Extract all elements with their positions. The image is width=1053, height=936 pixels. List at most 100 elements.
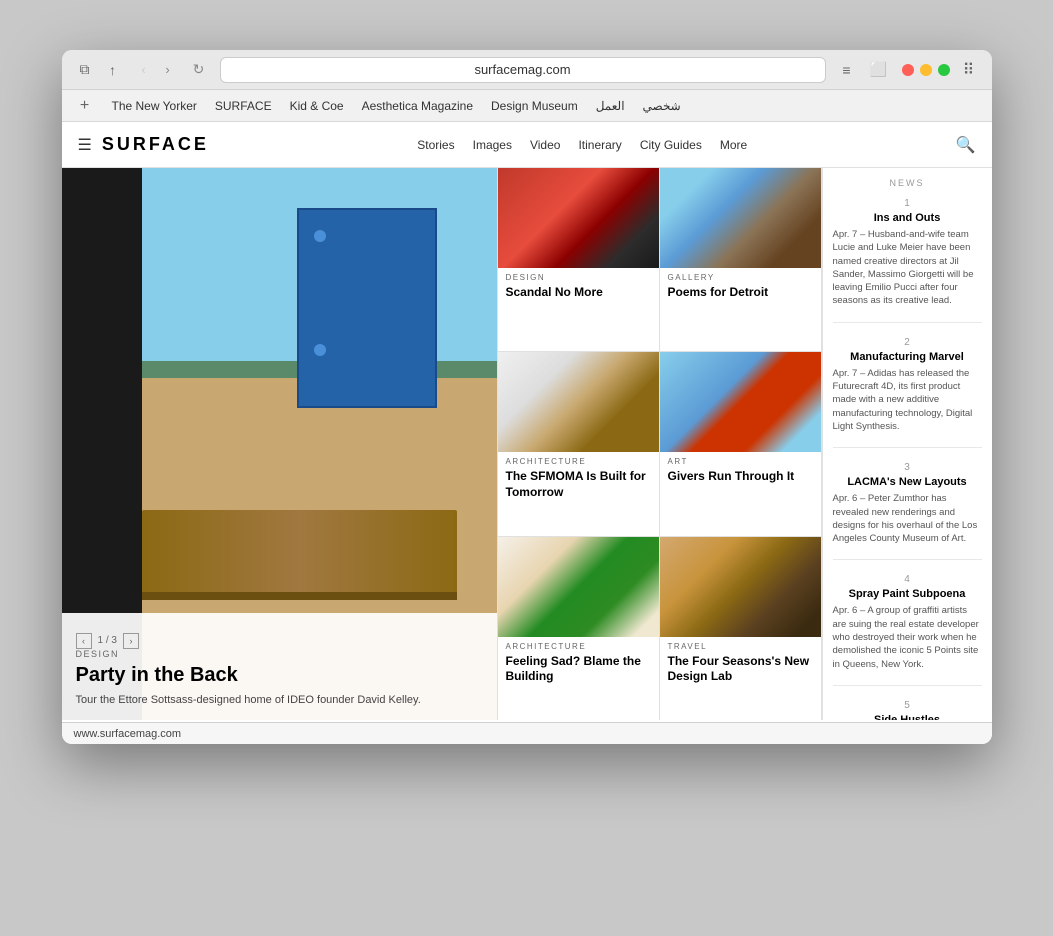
nav-more[interactable]: More: [720, 138, 747, 152]
article-title-2: Poems for Detroit: [668, 285, 813, 301]
news-item-3[interactable]: 3 LACMA's New Layouts Apr. 6 – Peter Zum…: [833, 462, 982, 560]
hero-area[interactable]: ‹ 1 / 3 › DESIGN Party in the Back Tour …: [62, 168, 497, 720]
article-title-4: Givers Run Through It: [668, 469, 813, 485]
hero-category: DESIGN: [76, 649, 483, 659]
status-url: www.surfacemag.com: [74, 728, 182, 740]
hero-caption: ‹ 1 / 3 › DESIGN Party in the Back Tour …: [62, 613, 497, 720]
article-category-6: TRAVEL: [668, 642, 813, 651]
search-icon[interactable]: 🔍: [956, 135, 976, 155]
hero-description: Tour the Ettore Sottsass-designed home o…: [76, 693, 483, 708]
article-card-2[interactable]: GALLERY Poems for Detroit: [660, 168, 821, 351]
news-number-5: 5: [833, 700, 982, 711]
news-title-4: Spray Paint Subpoena: [833, 588, 982, 600]
nav-stories[interactable]: Stories: [417, 138, 454, 152]
pagination-next[interactable]: ›: [123, 633, 139, 649]
news-sidebar-title: NEWS: [833, 178, 982, 188]
article-thumb-2: [660, 168, 821, 268]
article-card-3[interactable]: ARCHITECTURE The SFMOMA Is Built for Tom…: [498, 352, 659, 535]
bookmark-design-museum[interactable]: Design Museum: [483, 96, 586, 116]
article-thumb-5: [498, 537, 659, 637]
browser-window: ⧉ ↑ ‹ › ↻ surfacemag.com ≡ ⬜ ⠿ + The New…: [62, 50, 992, 744]
news-item-4[interactable]: 4 Spray Paint Subpoena Apr. 6 – A group …: [833, 574, 982, 685]
share-button[interactable]: ↑: [102, 59, 124, 81]
site-header: ☰ SURFACE Stories Images Video Itinerary…: [62, 122, 992, 168]
news-title-2: Manufacturing Marvel: [833, 351, 982, 363]
bookmarks-bar: + The New Yorker SURFACE Kid & Coe Aesth…: [62, 90, 992, 122]
article-info-2: GALLERY Poems for Detroit: [660, 268, 821, 309]
article-info-5: ARCHITECTURE Feeling Sad? Blame the Buil…: [498, 637, 659, 693]
reload-button[interactable]: ↻: [188, 59, 210, 81]
article-card-5[interactable]: ARCHITECTURE Feeling Sad? Blame the Buil…: [498, 537, 659, 720]
hero-title: Party in the Back: [76, 663, 483, 687]
news-number-3: 3: [833, 462, 982, 473]
hero-pagination: ‹ 1 / 3 ›: [76, 633, 483, 649]
news-text-4: Apr. 6 – A group of graffiti artists are…: [833, 604, 982, 670]
browser-toolbar: ⧉ ↑ ‹ › ↻ surfacemag.com ≡ ⬜ ⠿: [62, 50, 992, 90]
article-title-1: Scandal No More: [506, 285, 651, 301]
hamburger-icon[interactable]: ☰: [78, 135, 92, 155]
article-category-2: GALLERY: [668, 273, 813, 282]
sidebar-toggle-button[interactable]: ⬜: [868, 59, 890, 81]
pagination-prev[interactable]: ‹: [76, 633, 92, 649]
news-text-1: Apr. 7 – Husband-and-wife team Lucie and…: [833, 228, 982, 308]
article-category-1: DESIGN: [506, 273, 651, 282]
articles-grid: DESIGN Scandal No More GALLERY Poems for…: [497, 168, 822, 720]
right-toolbar: ⬜ ⠿: [868, 59, 980, 81]
forward-button[interactable]: ›: [158, 60, 178, 80]
duplicate-tab-button[interactable]: ⧉: [74, 59, 96, 81]
news-item-2[interactable]: 2 Manufacturing Marvel Apr. 7 – Adidas h…: [833, 337, 982, 448]
article-title-6: The Four Seasons's New Design Lab: [668, 654, 813, 685]
article-title-3: The SFMOMA Is Built for Tomorrow: [506, 469, 651, 500]
minimize-window-button[interactable]: [920, 64, 932, 76]
bookmark-new-yorker[interactable]: The New Yorker: [104, 96, 205, 116]
main-content: ‹ 1 / 3 › DESIGN Party in the Back Tour …: [62, 168, 992, 720]
article-category-4: ART: [668, 457, 813, 466]
article-info-6: TRAVEL The Four Seasons's New Design Lab: [660, 637, 821, 693]
apps-grid-button[interactable]: ⠿: [958, 59, 980, 81]
article-info-1: DESIGN Scandal No More: [498, 268, 659, 309]
status-bar: www.surfacemag.com: [62, 722, 992, 744]
news-number-4: 4: [833, 574, 982, 585]
article-card-1[interactable]: DESIGN Scandal No More: [498, 168, 659, 351]
nav-itinerary[interactable]: Itinerary: [578, 138, 621, 152]
close-window-button[interactable]: [902, 64, 914, 76]
article-info-4: ART Givers Run Through It: [660, 452, 821, 493]
logo-area: ☰ SURFACE: [78, 134, 209, 155]
site-logo[interactable]: SURFACE: [102, 134, 209, 155]
news-number-1: 1: [833, 198, 982, 209]
article-info-3: ARCHITECTURE The SFMOMA Is Built for Tom…: [498, 452, 659, 508]
nav-arrows: ‹ ›: [134, 60, 178, 80]
fullscreen-window-button[interactable]: [938, 64, 950, 76]
bookmark-shakhsi[interactable]: شخصي: [635, 96, 689, 116]
news-item-5[interactable]: 5 Side Hustles Apr. 6 – Hood by Air is b…: [833, 700, 982, 720]
website-content: ☰ SURFACE Stories Images Video Itinerary…: [62, 122, 992, 722]
bookmark-kid-coe[interactable]: Kid & Coe: [282, 96, 352, 116]
add-tab-button[interactable]: +: [74, 95, 96, 117]
news-title-3: LACMA's New Layouts: [833, 476, 982, 488]
bookmark-amal[interactable]: العمل: [588, 96, 633, 116]
nav-video[interactable]: Video: [530, 138, 560, 152]
article-title-5: Feeling Sad? Blame the Building: [506, 654, 651, 685]
url-bar[interactable]: surfacemag.com: [220, 57, 826, 83]
traffic-lights: [902, 64, 950, 76]
news-sidebar: NEWS 1 Ins and Outs Apr. 7 – Husband-and…: [822, 168, 992, 720]
article-thumb-3: [498, 352, 659, 452]
blue-cabinet-decoration: [297, 208, 437, 408]
bookmark-surface[interactable]: SURFACE: [207, 96, 280, 116]
back-button[interactable]: ‹: [134, 60, 154, 80]
menu-button[interactable]: ≡: [836, 59, 858, 81]
article-category-3: ARCHITECTURE: [506, 457, 651, 466]
url-domain: surfacemag.com: [474, 62, 570, 77]
news-text-3: Apr. 6 – Peter Zumthor has revealed new …: [833, 492, 982, 545]
news-item-1[interactable]: 1 Ins and Outs Apr. 7 – Husband-and-wife…: [833, 198, 982, 323]
article-card-6[interactable]: TRAVEL The Four Seasons's New Design Lab: [660, 537, 821, 720]
article-thumb-6: [660, 537, 821, 637]
nav-city-guides[interactable]: City Guides: [640, 138, 702, 152]
news-number-2: 2: [833, 337, 982, 348]
nav-images[interactable]: Images: [473, 138, 512, 152]
bookmark-aesthetica[interactable]: Aesthetica Magazine: [354, 96, 481, 116]
dresser-decoration: [142, 510, 457, 600]
article-card-4[interactable]: ART Givers Run Through It: [660, 352, 821, 535]
article-thumb-1: [498, 168, 659, 268]
news-title-5: Side Hustles: [833, 714, 982, 720]
